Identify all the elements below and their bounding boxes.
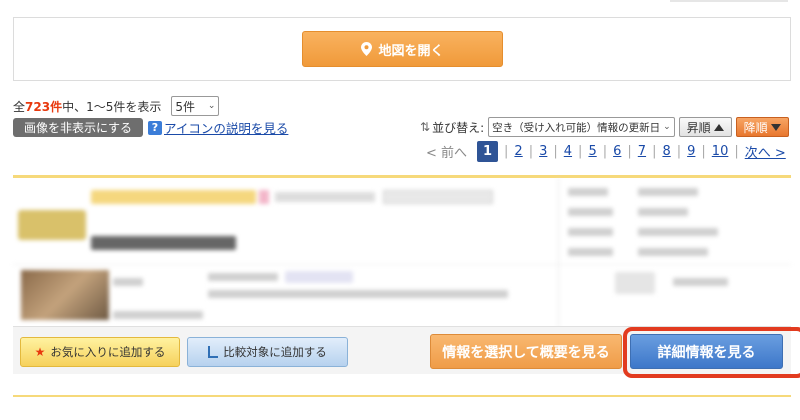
info-badge xyxy=(285,271,353,283)
next-listing-border xyxy=(13,395,791,397)
next-page-link[interactable]: 次へ > xyxy=(745,142,786,161)
open-map-label: 地図を開く xyxy=(378,43,444,59)
icon-help-link[interactable]: ? アイコンの説明を見る xyxy=(148,118,288,137)
page-separator: | xyxy=(504,144,509,159)
triangle-up-icon xyxy=(713,123,724,131)
page-separator: | xyxy=(627,144,632,159)
count-range: 中、1〜5件を表示 xyxy=(62,99,162,114)
page-link-9[interactable]: 9 xyxy=(687,144,695,159)
sort-icon: ⇅ xyxy=(420,120,431,134)
page-link-5[interactable]: 5 xyxy=(588,144,596,159)
open-map-button[interactable]: 地図を開く xyxy=(302,31,503,67)
info-value xyxy=(638,188,698,196)
top-divider xyxy=(670,0,788,2)
listing-divider xyxy=(13,264,791,265)
page-separator: | xyxy=(676,144,682,159)
info-label xyxy=(568,248,613,256)
info-value xyxy=(638,208,688,216)
ascending-label: 昇順 xyxy=(686,120,711,135)
tag-box xyxy=(383,190,493,204)
info-value xyxy=(208,273,278,281)
sort-selected: 空き（受け入れ可能）情報の更新日 xyxy=(492,121,661,134)
page-link-10[interactable]: 10 xyxy=(712,144,729,159)
address-text xyxy=(208,290,508,298)
sort-ascending-button[interactable]: 昇順 xyxy=(678,117,732,137)
facility-name xyxy=(91,236,236,250)
info-value xyxy=(673,278,728,286)
view-summary-button[interactable]: 情報を選択して概要を見る xyxy=(430,334,622,369)
view-details-button[interactable]: 詳細情報を見る xyxy=(630,334,783,369)
star-icon: ★ xyxy=(34,345,46,359)
info-value xyxy=(638,228,718,236)
info-value xyxy=(113,311,203,319)
page-link-8[interactable]: 8 xyxy=(662,144,670,159)
page-separator: | xyxy=(602,144,608,159)
page-link-6[interactable]: 6 xyxy=(613,144,621,159)
category-badge xyxy=(91,190,256,204)
info-label xyxy=(568,228,613,236)
page-separator: | xyxy=(701,144,706,159)
count-total: 723件 xyxy=(25,99,63,114)
map-panel: 地図を開く xyxy=(13,17,791,81)
icon-help-label: アイコンの説明を見る xyxy=(164,121,289,136)
per-page-select[interactable]: 5件 ⌄ xyxy=(171,96,220,116)
count-prefix: 全 xyxy=(13,99,26,114)
help-icon: ? xyxy=(148,120,162,135)
current-page: 1 xyxy=(477,141,499,162)
info-label xyxy=(615,272,655,294)
page-separator: | xyxy=(578,144,583,159)
map-pin-icon xyxy=(361,42,373,56)
page-separator: | xyxy=(652,144,657,159)
info-value xyxy=(638,248,708,256)
info-label xyxy=(568,188,608,196)
triangle-down-icon xyxy=(770,123,781,131)
chevron-down-icon: ⌄ xyxy=(207,101,216,111)
add-favorite-button[interactable]: ★ お気に入りに追加する xyxy=(20,337,180,367)
result-count: 全 723件 中、1〜5件を表示 5件 ⌄ xyxy=(13,96,220,116)
page-separator: | xyxy=(734,144,739,159)
listing-column-divider xyxy=(558,178,559,328)
sort-select[interactable]: 空き（受け入れ可能）情報の更新日 ⌄ xyxy=(488,117,675,137)
page-separator: | xyxy=(528,144,534,159)
sort-controls: ⇅ 並び替え: 空き（受け入れ可能）情報の更新日 ⌄ 昇順 降順 xyxy=(420,117,789,137)
info-value xyxy=(113,278,143,286)
info-label xyxy=(568,208,613,216)
page-link-4[interactable]: 4 xyxy=(564,144,572,159)
favorite-label: お気に入りに追加する xyxy=(50,345,166,359)
hide-images-button[interactable]: 画像を非表示にする xyxy=(13,118,143,137)
page-link-7[interactable]: 7 xyxy=(638,144,646,159)
compare-icon xyxy=(208,346,219,358)
prev-page-link[interactable]: < 前へ xyxy=(426,142,467,161)
page-link-2[interactable]: 2 xyxy=(514,144,522,159)
facility-logo xyxy=(18,210,86,240)
tag-text xyxy=(275,192,375,202)
compare-label: 比較対象に追加する xyxy=(223,345,327,359)
page-link-3[interactable]: 3 xyxy=(539,144,547,159)
descending-label: 降順 xyxy=(743,120,768,135)
chevron-down-icon: ⌄ xyxy=(663,122,671,132)
pagination: < 前へ 1 | 2 | 3 | 4 | 5 | 6 | 7 | 8 | 9 |… xyxy=(426,141,786,162)
sort-descending-button[interactable]: 降順 xyxy=(735,117,789,137)
listing-action-bar: ★ お気に入りに追加する 比較対象に追加する 情報を選択して概要を見る 詳細情報… xyxy=(13,326,800,378)
page-separator: | xyxy=(553,144,558,159)
tag-badge xyxy=(259,190,269,204)
add-compare-button[interactable]: 比較対象に追加する xyxy=(187,337,348,367)
sort-label: 並び替え: xyxy=(432,120,485,135)
facility-photo xyxy=(21,270,109,320)
per-page-value: 5件 xyxy=(175,99,195,114)
